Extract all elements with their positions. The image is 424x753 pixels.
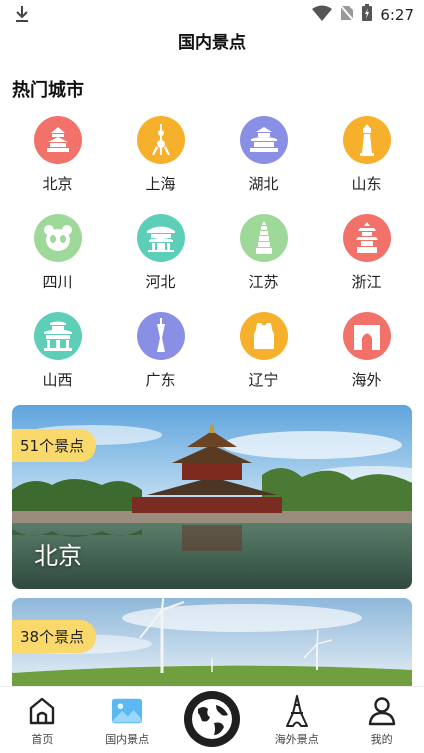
globe-icon <box>183 691 240 747</box>
panda-icon <box>33 214 82 262</box>
city-name: 辽宁 <box>248 371 279 389</box>
tab-label: 首页 <box>31 733 54 746</box>
city-item-overseas[interactable]: 海外 <box>315 312 418 410</box>
tab-label: 国内景点 <box>105 733 150 746</box>
tab-mine[interactable]: 我的 <box>340 687 424 747</box>
city-item-liaoning[interactable]: 辽宁 <box>212 312 315 410</box>
city-grid: 北京 上海 湖北 山东 四川 河北 江苏 浙江 山西 广东 辽宁 海外 <box>6 116 418 410</box>
spot-count-badge: 51个景点 <box>12 429 97 462</box>
destination-card-2[interactable]: 38个景点 <box>12 598 412 686</box>
person-icon <box>366 695 398 727</box>
landscape-picture-icon <box>111 695 143 727</box>
city-item-shanxi[interactable]: 山西 <box>6 312 109 410</box>
hot-cities-heading: 热门城市 <box>12 80 84 101</box>
jersey-icon <box>239 312 288 360</box>
city-item-shandong[interactable]: 山东 <box>315 116 418 214</box>
tab-home[interactable]: 首页 <box>0 687 84 747</box>
tab-overseas[interactable]: 海外景点 <box>255 687 339 747</box>
tab-globe[interactable] <box>170 687 254 747</box>
city-name: 湖北 <box>248 175 279 193</box>
tab-domestic[interactable]: 国内景点 <box>85 687 169 747</box>
bottom-tab-bar: 首页 国内景点 海外景点 我的 <box>0 686 424 753</box>
city-name: 江苏 <box>248 273 279 291</box>
clock: 6:27 <box>380 5 414 24</box>
city-name: 广东 <box>145 371 176 389</box>
city-item-sichuan[interactable]: 四川 <box>6 214 109 312</box>
city-item-hebei[interactable]: 河北 <box>109 214 212 312</box>
city-name: 河北 <box>145 273 176 291</box>
oriental-pearl-tower-icon <box>136 116 185 164</box>
city-name: 四川 <box>42 273 73 291</box>
city-name: 北京 <box>42 175 73 193</box>
wifi-icon <box>312 5 333 25</box>
city-name: 上海 <box>145 175 176 193</box>
eiffel-tower-icon <box>281 695 313 727</box>
tab-label: 海外景点 <box>274 733 319 746</box>
arch-gate-icon <box>342 312 391 360</box>
app-header: 国内景点 <box>0 28 424 62</box>
city-name: 山西 <box>42 371 73 389</box>
spot-count-badge: 38个景点 <box>12 620 97 653</box>
city-item-jiangsu[interactable]: 江苏 <box>212 214 315 312</box>
yellow-crane-tower-icon <box>239 116 288 164</box>
home-icon <box>26 695 58 727</box>
leifeng-pagoda-icon <box>342 214 391 262</box>
canton-tower-icon <box>136 312 185 360</box>
tab-label: 我的 <box>370 733 393 746</box>
city-item-hubei[interactable]: 湖北 <box>212 116 315 214</box>
city-name: 浙江 <box>351 273 382 291</box>
city-item-guangdong[interactable]: 广东 <box>109 312 212 410</box>
city-item-zhejiang[interactable]: 浙江 <box>315 214 418 312</box>
page-title: 国内景点 <box>178 33 246 53</box>
ancient-building-icon <box>33 312 82 360</box>
pavilion-icon <box>136 214 185 262</box>
status-bar: 6:27 <box>0 0 424 28</box>
pagoda-icon <box>239 214 288 262</box>
no-sim-icon <box>339 3 356 25</box>
lighthouse-icon <box>342 116 391 164</box>
card-city-name: 北京 <box>34 542 82 570</box>
destination-card-beijing[interactable]: 51个景点 北京 <box>12 405 412 589</box>
city-name: 山东 <box>351 175 382 193</box>
city-item-shanghai[interactable]: 上海 <box>109 116 212 214</box>
battery-icon <box>362 4 373 25</box>
city-name: 海外 <box>351 371 382 389</box>
city-item-beijing[interactable]: 北京 <box>6 116 109 214</box>
download-icon <box>14 5 30 27</box>
temple-of-heaven-icon <box>33 116 82 164</box>
